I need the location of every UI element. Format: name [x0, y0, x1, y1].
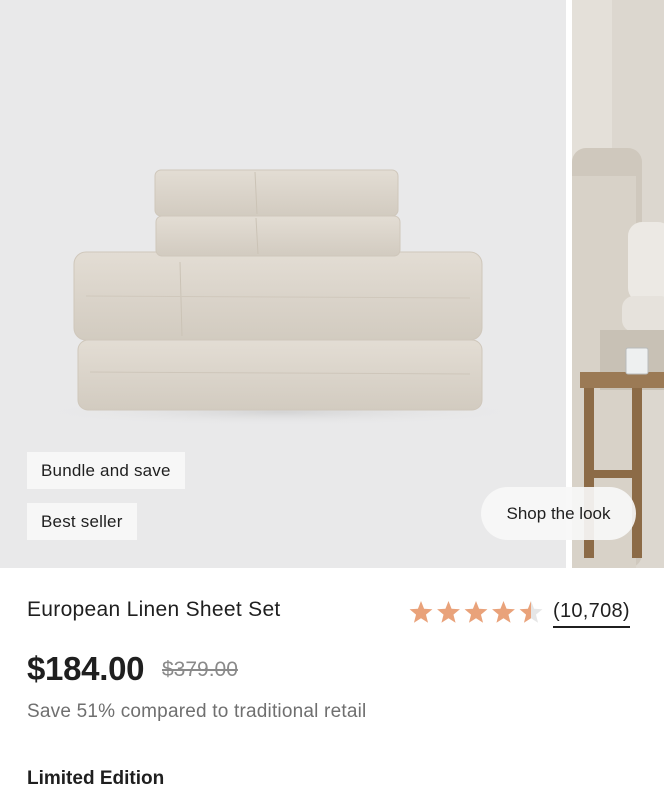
edition-label: Limited Edition: [27, 768, 165, 789]
star-icon: [437, 601, 460, 623]
bundle-and-save-badge: Bundle and save: [27, 452, 185, 489]
product-image-sheet-stack[interactable]: Bundle and save Best seller: [0, 0, 566, 568]
star-icon: [464, 601, 488, 623]
product-image-carousel[interactable]: Bundle and save Best seller Shop the loo…: [0, 0, 664, 568]
product-image-bedroom-scene[interactable]: [572, 0, 664, 568]
shop-the-look-button[interactable]: Shop the look: [481, 487, 636, 540]
current-price: $184.00: [27, 650, 145, 687]
star-icon: [492, 601, 515, 623]
star-icon: [519, 601, 543, 623]
product-title[interactable]: European Linen Sheet Set: [27, 598, 281, 622]
rating-stars-icon: [409, 601, 543, 623]
best-seller-badge: Best seller: [27, 503, 137, 540]
savings-text: Save 51% compared to traditional retail: [27, 701, 367, 722]
bedroom-scene-illustration: [572, 0, 664, 568]
review-count-link[interactable]: (10,708): [553, 600, 630, 628]
original-price: $379.00: [162, 658, 238, 681]
star-icon: [409, 601, 433, 623]
